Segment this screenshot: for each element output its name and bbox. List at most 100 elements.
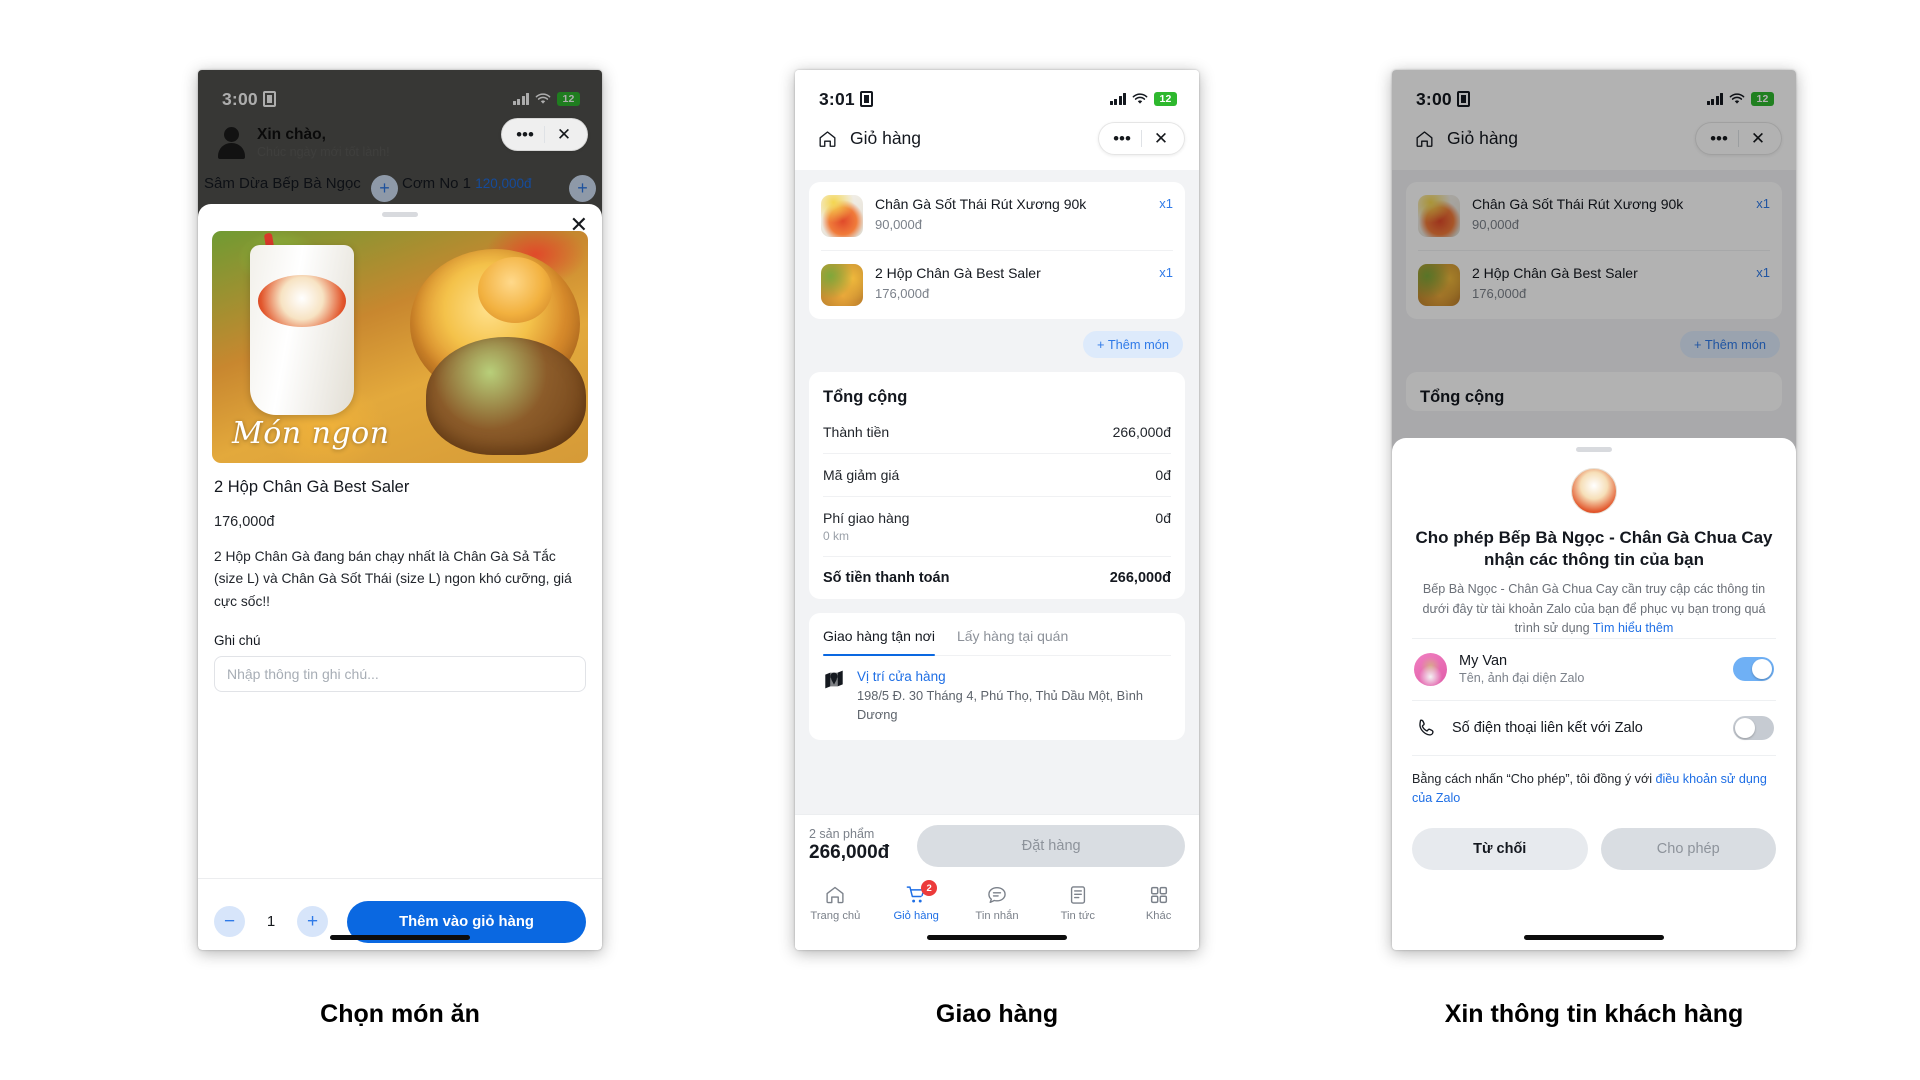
product-hero-image: Món ngon	[212, 230, 588, 463]
product-title: 2 Hộp Chân Gà Best Saler	[214, 477, 410, 496]
map-icon	[825, 670, 843, 689]
hero-caption: Món ngon	[232, 415, 390, 451]
order-totals: Tổng cộng Thành tiền 266,000đ Mã giảm gi…	[809, 372, 1185, 599]
total-row: Thành tiền 266,000đ	[823, 411, 1171, 453]
delivery-tabs: Giao hàng tận nơi Lấy hàng tại quán	[823, 613, 1171, 656]
miniapp-controls-1: ••• ✕	[501, 118, 588, 151]
brand-logo-icon	[258, 274, 346, 327]
phone-mockup-2: 3:01 12 Giỏ hàng ••• ✕ Chân Gà Sốt Thái …	[795, 70, 1199, 950]
total-label: Mã giảm giá	[823, 467, 900, 483]
tab-messages[interactable]: Tin nhắn	[957, 884, 1038, 922]
caption-2: Giao hàng	[935, 1000, 1059, 1028]
cart-item-name: Chân Gà Sốt Thái Rút Xương 90k	[875, 196, 1087, 212]
wifi-icon	[1132, 93, 1148, 104]
tab-label: Trang chủ	[810, 910, 861, 922]
more-options-icon[interactable]: •••	[1103, 123, 1141, 154]
increase-quantity-button[interactable]: +	[297, 906, 328, 937]
status-time: 3:01	[819, 88, 855, 109]
screenshot-stage: 3:00 12 Xin chào, Chúc ngày mới tốt lành…	[0, 0, 1920, 1080]
decrease-quantity-button[interactable]: −	[214, 906, 245, 937]
screen-2: 3:01 12 Giỏ hàng ••• ✕ Chân Gà Sốt Thái …	[795, 70, 1199, 950]
caption-1: Chọn món ăn	[320, 1000, 480, 1028]
cart-item[interactable]: Chân Gà Sốt Thái Rút Xương 90k 90,000đ x…	[821, 182, 1173, 250]
product-detail-body: 2 Hộp Chân Gà Best Saler 176,000đ 2 Hộp …	[198, 463, 602, 879]
screen-1: 3:00 12 Xin chào, Chúc ngày mới tốt lành…	[198, 70, 602, 950]
tab-more[interactable]: Khác	[1118, 884, 1199, 922]
deny-button[interactable]: Từ chối	[1412, 827, 1588, 870]
decor-bowl-small	[478, 256, 552, 323]
note-label: Ghi chú	[214, 632, 261, 648]
close-miniapp-icon[interactable]: ✕	[1142, 123, 1180, 154]
tab-pickup[interactable]: Lấy hàng tại quán	[957, 613, 1068, 655]
phone-toggle[interactable]	[1733, 715, 1774, 740]
cart-item-price: 90,000đ	[875, 217, 922, 233]
add-more-row: + Thêm món	[795, 319, 1199, 358]
phone-icon	[1414, 715, 1440, 741]
store-location-row[interactable]: Vị trí cửa hàng 198/5 Đ. 30 Tháng 4, Phú…	[823, 656, 1171, 740]
total-value: 0đ	[1155, 467, 1171, 483]
note-input[interactable]	[214, 655, 586, 692]
sheet-grabber[interactable]	[1576, 447, 1612, 452]
product-thumbnail	[821, 195, 863, 237]
checkout-total: 266,000đ	[809, 842, 890, 863]
product-price: 176,000đ	[214, 513, 275, 530]
tab-delivery[interactable]: Giao hàng tận nơi	[823, 613, 935, 656]
total-row[interactable]: Mã giảm giá 0đ	[823, 453, 1171, 496]
tab-news[interactable]: Tin tức	[1037, 884, 1118, 922]
home-indicator	[330, 935, 470, 940]
permission-legal-text: Bằng cách nhấn “Cho phép”, tôi đồng ý vớ…	[1412, 771, 1656, 786]
total-value: 266,000đ	[1112, 424, 1171, 440]
permission-row-sub: Tên, ảnh đại diện Zalo	[1459, 671, 1585, 686]
store-location-link[interactable]: Vị trí cửa hàng	[857, 669, 1171, 684]
tab-cart[interactable]: 2 Giỏ hàng	[876, 880, 957, 922]
phone-mockup-1: 3:00 12 Xin chào, Chúc ngày mới tốt lành…	[198, 70, 602, 950]
tab-label: Giỏ hàng	[893, 910, 939, 922]
permission-legal: Bằng cách nhấn “Cho phép”, tôi đồng ý vớ…	[1412, 754, 1776, 808]
profile-toggle[interactable]	[1733, 657, 1774, 682]
permission-row-name: My Van	[1459, 653, 1508, 670]
permission-row-phone: Số điện thoại liên kết với Zalo	[1412, 699, 1776, 755]
add-more-button[interactable]: + Thêm món	[1083, 331, 1183, 358]
cart-item-quantity: x1	[1159, 196, 1173, 211]
total-label: Phí giao hàng	[823, 510, 910, 526]
cart-item-quantity: x1	[1159, 265, 1173, 280]
cart-item-price: 176,000đ	[875, 286, 930, 302]
grid-icon	[1148, 884, 1170, 906]
tab-label: Tin nhắn	[975, 910, 1019, 922]
more-options-icon[interactable]: •••	[506, 119, 544, 150]
permission-actions: Từ chối Cho phép	[1412, 827, 1776, 870]
screen-3: 3:00 12 Giỏ hàng ••• ✕ Chân Gà Sốt Thái …	[1392, 70, 1796, 950]
status-bar-2: 3:01 12	[795, 70, 1199, 120]
checkout-bar: 2 sản phẩm 266,000đ Đặt hàng	[795, 814, 1199, 876]
product-thumbnail	[821, 264, 863, 306]
brand-logo-icon	[1571, 467, 1617, 514]
store-address: 198/5 Đ. 30 Tháng 4, Phú Thọ, Thủ Dầu Mộ…	[857, 688, 1143, 722]
page-title: Giỏ hàng	[850, 128, 922, 148]
permission-dialog: Cho phép Bếp Bà Ngọc - Chân Gà Chua Cay …	[1392, 438, 1796, 950]
learn-more-link[interactable]: Tìm hiểu thêm	[1593, 621, 1674, 635]
sheet-grabber[interactable]	[382, 212, 418, 217]
home-icon[interactable]	[817, 129, 838, 149]
cart-badge: 2	[921, 880, 938, 896]
permission-row-profile: My Van Tên, ảnh đại diện Zalo	[1412, 637, 1776, 700]
avatar	[1414, 652, 1447, 686]
close-miniapp-icon[interactable]: ✕	[545, 119, 583, 150]
miniapp-controls-2: ••• ✕	[1098, 122, 1185, 155]
total-sublabel: 0 km	[823, 529, 850, 543]
grand-total-value: 266,000đ	[1109, 570, 1171, 586]
tab-label: Khác	[1145, 910, 1172, 922]
cart-item-name: 2 Hộp Chân Gà Best Saler	[875, 265, 1041, 281]
decor-bowl-bottom	[426, 336, 586, 455]
lock-icon	[859, 91, 873, 107]
place-order-button[interactable]: Đặt hàng	[917, 824, 1185, 867]
cart-item[interactable]: 2 Hộp Chân Gà Best Saler 176,000đ x1	[821, 250, 1173, 319]
home-indicator	[1524, 935, 1664, 940]
permission-row-name: Số điện thoại liên kết với Zalo	[1452, 719, 1643, 736]
battery-indicator: 12	[1154, 92, 1177, 106]
product-detail-sheet: ✕ Món ngon 2 Hộp Chân Gà Best Saler 176,…	[198, 204, 602, 950]
allow-button[interactable]: Cho phép	[1600, 827, 1776, 870]
app-header-2: 3:01 12 Giỏ hàng ••• ✕	[795, 70, 1199, 170]
permission-description: Bếp Bà Ngọc - Chân Gà Chua Cay cần truy …	[1412, 580, 1776, 637]
delivery-section: Giao hàng tận nơi Lấy hàng tại quán Vị t…	[809, 613, 1185, 741]
tab-home[interactable]: Trang chủ	[795, 884, 876, 922]
